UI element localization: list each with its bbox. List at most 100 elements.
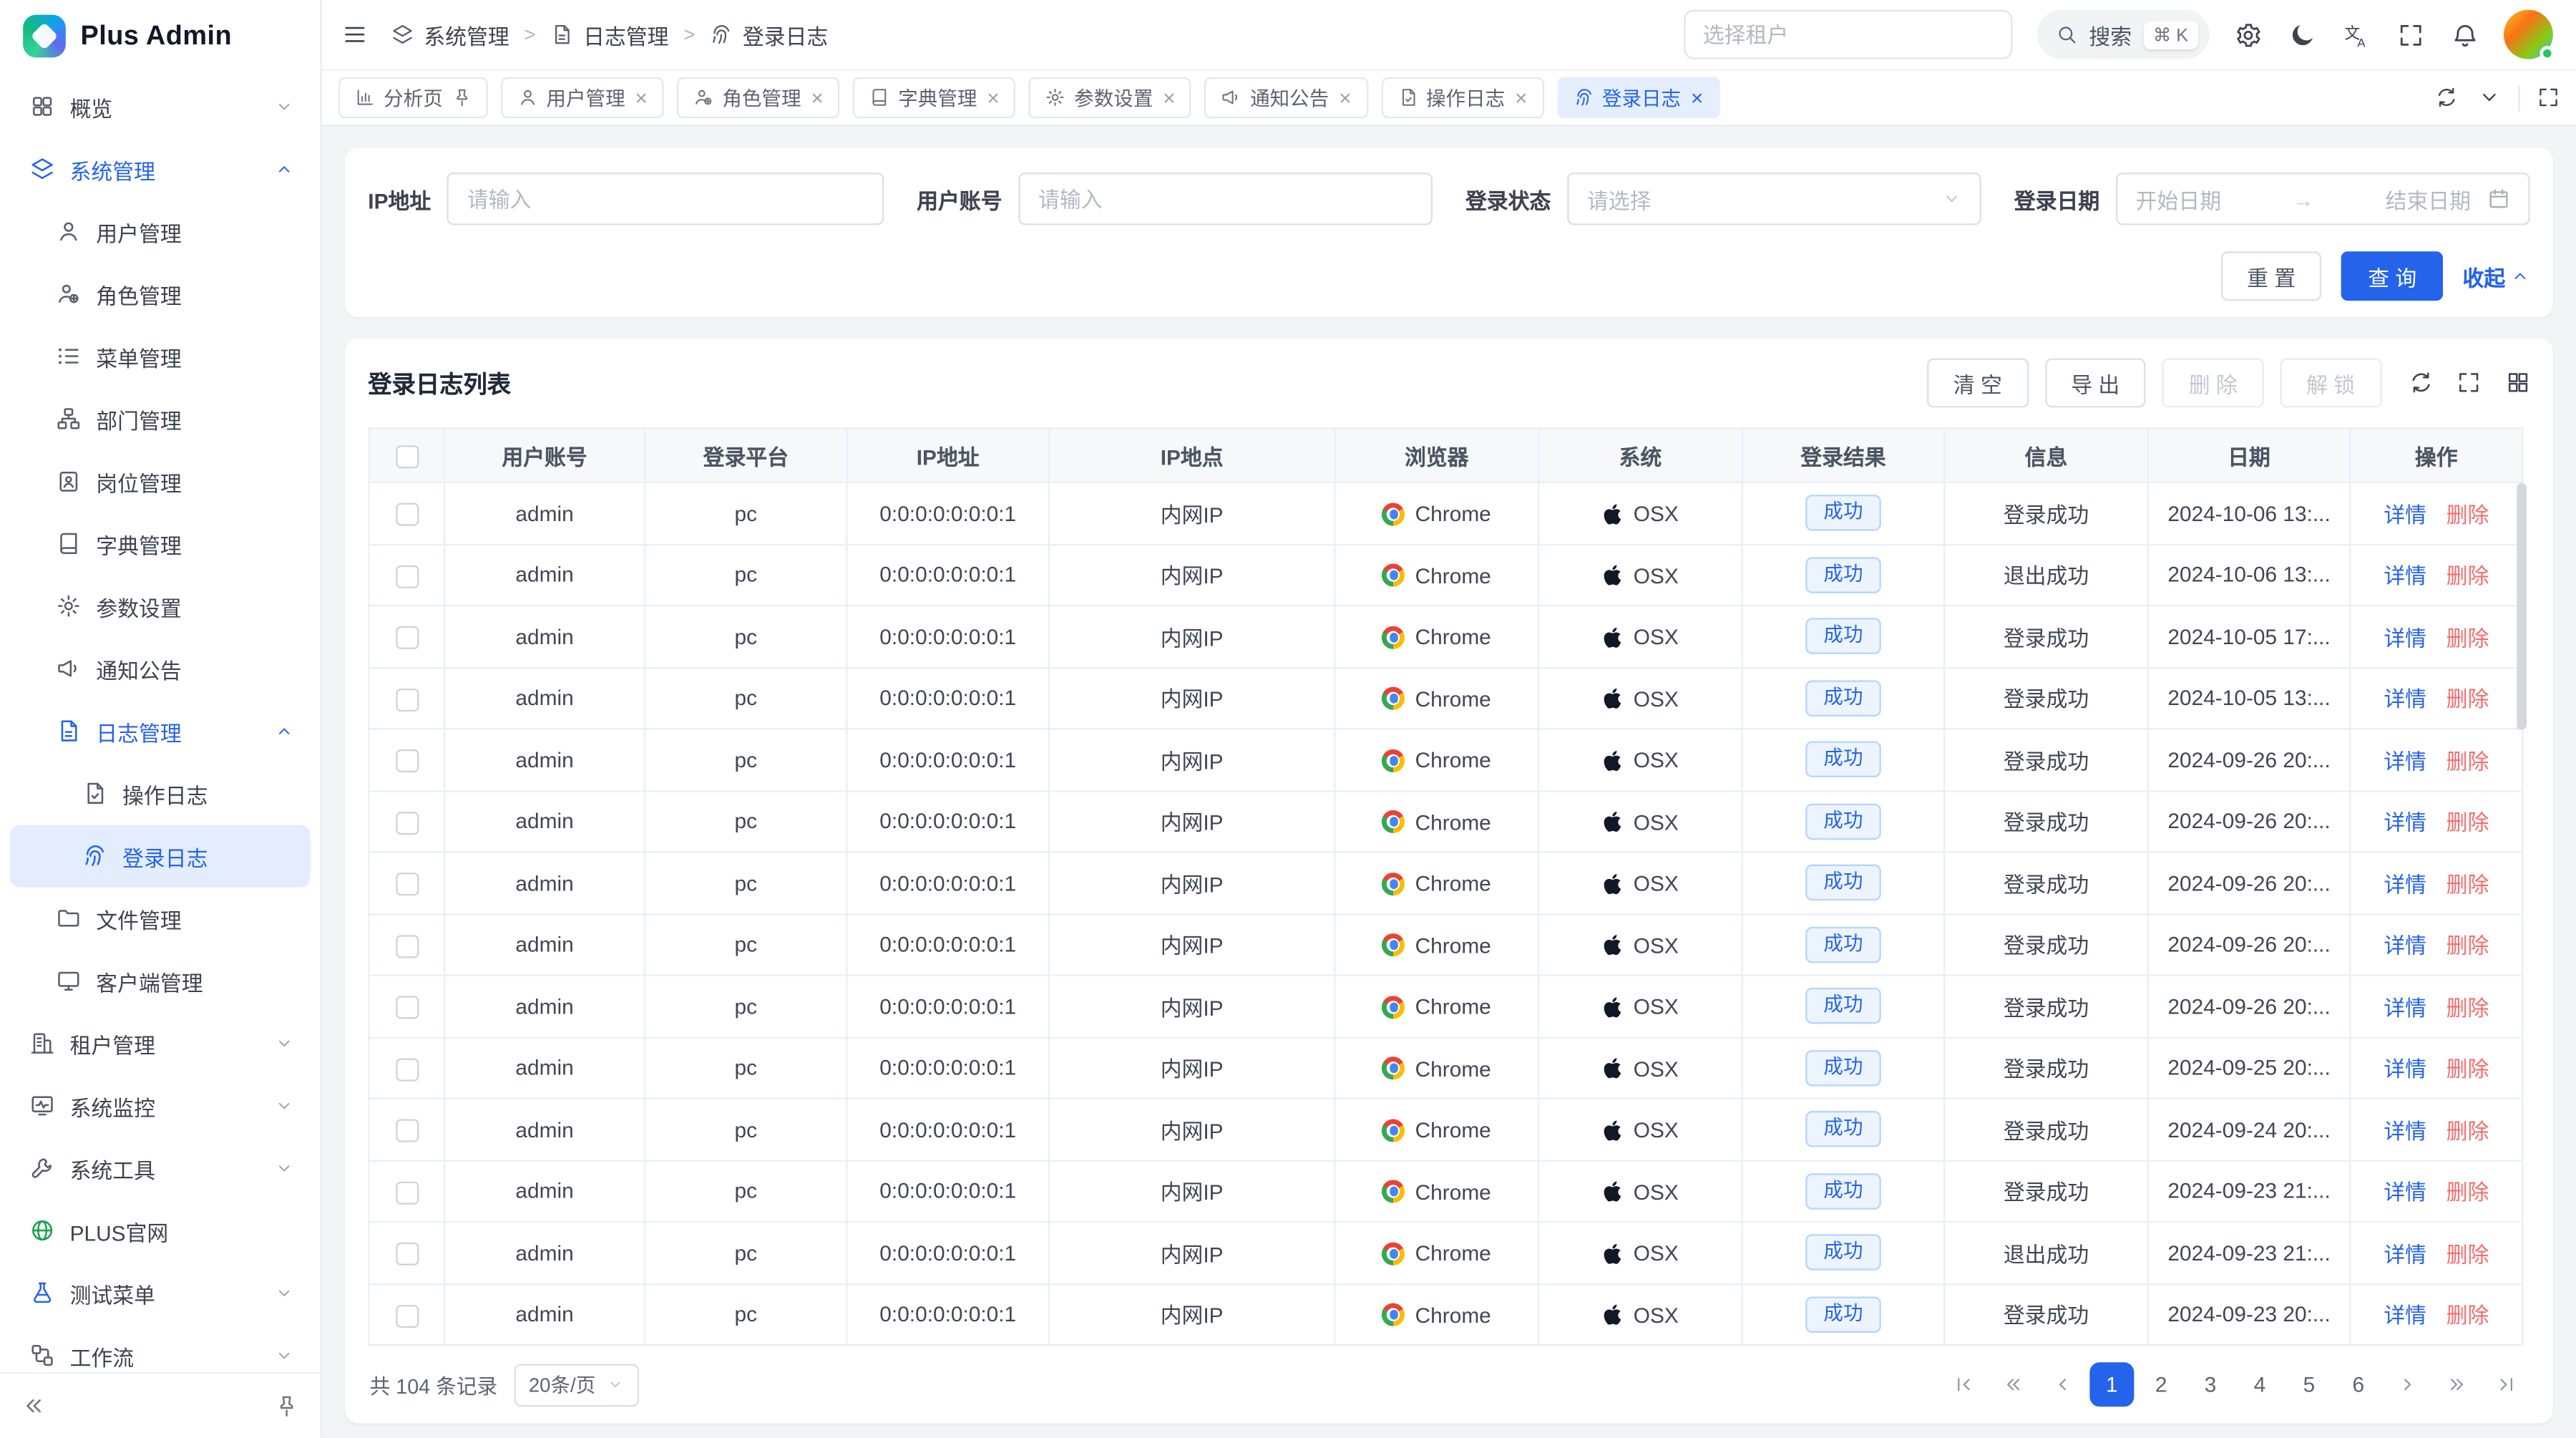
delete-link[interactable]: 删除 xyxy=(2446,806,2489,837)
tab-maximize-button[interactable] xyxy=(2536,86,2560,110)
delete-link[interactable]: 删除 xyxy=(2446,1175,2489,1207)
tenant-select-input[interactable] xyxy=(1683,10,2011,59)
sidebar-item[interactable]: 测试菜单 xyxy=(10,1262,311,1324)
first-page-button[interactable] xyxy=(1942,1362,1986,1407)
tabbar-button-chevron-down[interactable] xyxy=(2477,86,2501,110)
sidebar-collapse-button[interactable] xyxy=(21,1394,46,1418)
tab-item[interactable]: 操作日志× xyxy=(1381,77,1544,118)
sidebar-item[interactable]: 用户管理 xyxy=(10,200,311,263)
checkbox[interactable] xyxy=(395,1119,418,1142)
fast-next-button[interactable] xyxy=(2435,1362,2479,1407)
checkbox[interactable] xyxy=(395,1304,418,1327)
last-page-button[interactable] xyxy=(2484,1362,2528,1407)
tab-item[interactable]: 登录日志× xyxy=(1557,77,1720,118)
sidebar-item[interactable]: 登录日志 xyxy=(10,825,311,888)
page-number-button[interactable]: 5 xyxy=(2287,1362,2331,1407)
delete-link[interactable]: 删除 xyxy=(2446,744,2489,775)
sidebar-item[interactable]: 文件管理 xyxy=(10,888,311,950)
tab-close-icon[interactable]: × xyxy=(1515,87,1527,109)
checkbox[interactable] xyxy=(395,1057,418,1080)
next-page-button[interactable] xyxy=(2386,1362,2430,1407)
tab-item[interactable]: 分析页 xyxy=(338,77,488,118)
panel-action-button[interactable]: 导 出 xyxy=(2045,359,2146,408)
detail-link[interactable]: 详情 xyxy=(2384,682,2426,714)
checkbox[interactable] xyxy=(395,445,418,468)
filter-input[interactable] xyxy=(447,173,884,225)
tab-close-icon[interactable]: × xyxy=(811,87,823,109)
tab-close-icon[interactable]: × xyxy=(1691,87,1703,109)
checkbox[interactable] xyxy=(395,873,418,895)
breadcrumb-item[interactable]: 登录日志 xyxy=(710,19,828,50)
detail-link[interactable]: 详情 xyxy=(2384,1237,2426,1268)
fast-prev-button[interactable] xyxy=(1991,1362,2036,1407)
tab-item[interactable]: 用户管理× xyxy=(501,77,664,118)
sidebar-item[interactable]: 操作日志 xyxy=(10,762,311,825)
delete-link[interactable]: 删除 xyxy=(2446,929,2489,961)
reset-button[interactable]: 重 置 xyxy=(2220,251,2321,301)
breadcrumb-item[interactable]: 日志管理 xyxy=(550,19,668,50)
page-number-button[interactable]: 1 xyxy=(2089,1362,2134,1407)
scrollbar-thumb[interactable] xyxy=(2517,483,2527,729)
page-number-button[interactable]: 6 xyxy=(2336,1362,2381,1407)
tabbar-button-refresh[interactable] xyxy=(2434,86,2457,110)
sidebar-item[interactable]: 系统工具 xyxy=(10,1137,311,1200)
delete-link[interactable]: 删除 xyxy=(2446,621,2489,652)
delete-link[interactable]: 删除 xyxy=(2446,1114,2489,1145)
delete-link[interactable]: 删除 xyxy=(2446,868,2489,899)
checkbox[interactable] xyxy=(395,1181,418,1204)
checkbox[interactable] xyxy=(395,626,418,649)
page-number-button[interactable]: 4 xyxy=(2238,1362,2282,1407)
sidebar-item[interactable]: 系统监控 xyxy=(10,1075,311,1137)
panel-action-button[interactable]: 解 锁 xyxy=(2280,359,2381,408)
delete-link[interactable]: 删除 xyxy=(2446,1298,2489,1330)
detail-link[interactable]: 详情 xyxy=(2384,559,2426,591)
breadcrumb-item[interactable]: 系统管理 xyxy=(391,19,509,50)
checkbox[interactable] xyxy=(395,503,418,526)
sidebar-item[interactable]: 通知公告 xyxy=(10,638,311,700)
checkbox[interactable] xyxy=(395,811,418,834)
filter-select[interactable]: 请选择 xyxy=(1567,173,1981,225)
tab-close-icon[interactable]: × xyxy=(635,87,647,109)
page-number-button[interactable]: 2 xyxy=(2139,1362,2183,1407)
sidebar-item[interactable]: 系统管理 xyxy=(10,138,311,200)
sidebar-item[interactable]: PLUS官网 xyxy=(10,1200,311,1262)
detail-link[interactable]: 详情 xyxy=(2384,497,2426,529)
logo[interactable]: Plus Admin xyxy=(0,0,321,72)
collapse-filters-link[interactable]: 收起 xyxy=(2463,261,2530,292)
avatar[interactable] xyxy=(2504,10,2553,59)
sidebar-item[interactable]: 概览 xyxy=(10,76,311,138)
detail-link[interactable]: 详情 xyxy=(2384,868,2426,899)
detail-link[interactable]: 详情 xyxy=(2384,1175,2426,1207)
panel-button-fullscreen[interactable] xyxy=(2456,370,2482,396)
sidebar-item[interactable]: 菜单管理 xyxy=(10,326,311,388)
search-button[interactable]: 搜索 ⌘ K xyxy=(2036,10,2210,59)
tab-close-icon[interactable]: × xyxy=(1163,87,1175,109)
detail-link[interactable]: 详情 xyxy=(2384,1114,2426,1145)
header-button-bell[interactable] xyxy=(2451,21,2479,49)
sidebar-pin-button[interactable] xyxy=(274,1394,298,1418)
header-button-translate[interactable] xyxy=(2343,21,2371,49)
sidebar-item[interactable]: 字典管理 xyxy=(10,512,311,575)
sidebar-item[interactable]: 日志管理 xyxy=(10,700,311,762)
detail-link[interactable]: 详情 xyxy=(2384,744,2426,775)
tab-close-icon[interactable]: × xyxy=(987,87,999,109)
filter-input[interactable] xyxy=(1018,173,1433,225)
sidebar-item[interactable]: 客户端管理 xyxy=(10,950,311,1012)
detail-link[interactable]: 详情 xyxy=(2384,991,2426,1022)
header-button-gear[interactable] xyxy=(2234,21,2262,49)
detail-link[interactable]: 详情 xyxy=(2384,621,2426,652)
panel-button-grid[interactable] xyxy=(2504,370,2530,396)
header-button-moon[interactable] xyxy=(2288,21,2316,49)
tab-item[interactable]: 字典管理× xyxy=(853,77,1016,118)
detail-link[interactable]: 详情 xyxy=(2384,1298,2426,1330)
prev-page-button[interactable] xyxy=(2041,1362,2085,1407)
sidebar-item[interactable]: 租户管理 xyxy=(10,1012,311,1074)
panel-button-refresh[interactable] xyxy=(2408,370,2434,396)
sidebar-toggle-button[interactable] xyxy=(342,21,369,48)
sidebar-item[interactable]: 工作流 xyxy=(10,1324,311,1372)
page-number-button[interactable]: 3 xyxy=(2188,1362,2233,1407)
checkbox[interactable] xyxy=(395,749,418,772)
panel-action-button[interactable]: 清 空 xyxy=(1927,359,2028,408)
detail-link[interactable]: 详情 xyxy=(2384,929,2426,961)
delete-link[interactable]: 删除 xyxy=(2446,1052,2489,1084)
